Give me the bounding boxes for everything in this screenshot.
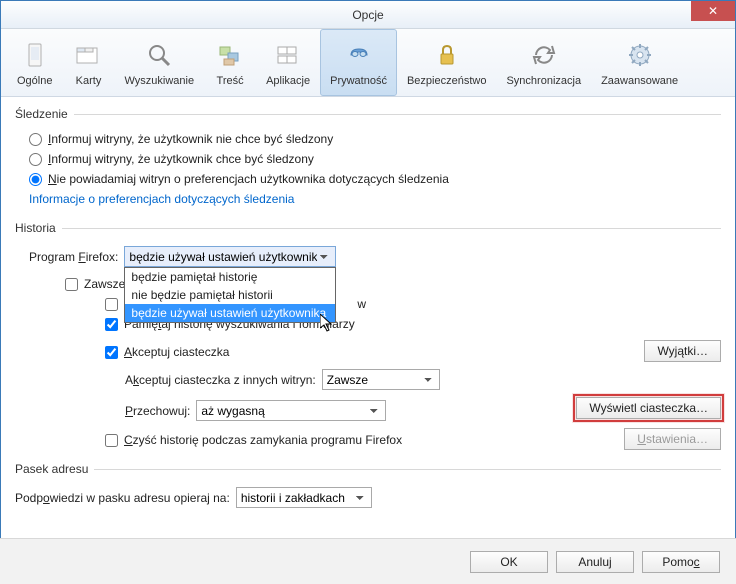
keep-label: Przechowuj: (125, 404, 190, 418)
tab-label: Zaawansowane (601, 75, 678, 87)
tab-label: Wyszukiwanie (124, 75, 194, 87)
titlebar: Opcje ✕ (1, 1, 735, 29)
tab-privacy[interactable]: Prywatność (320, 29, 397, 96)
tab-general[interactable]: Ogólne (7, 29, 62, 96)
addressbar-label: Podpowiedzi w pasku adresu opieraj na: (15, 491, 230, 505)
addressbar-legend: Pasek adresu (15, 462, 94, 476)
ok-button[interactable]: OK (470, 551, 548, 573)
tab-label: Synchronizacja (506, 75, 581, 87)
lock-icon (431, 39, 463, 71)
content-area: Śledzenie Informuj witryny, że użytkowni… (1, 97, 735, 529)
tracking-legend: Śledzenie (15, 107, 74, 121)
tab-security[interactable]: Bezpieczeństwo (397, 29, 497, 96)
tab-search[interactable]: Wyszukiwanie (114, 29, 204, 96)
accept-cookies-label: Akceptuj ciasteczka (124, 345, 229, 359)
tracking-label-3: Nie powiadamiaj witryn o preferencjach u… (48, 172, 449, 186)
tab-label: Treść (217, 75, 244, 87)
history-group: Historia Program Firefox: będzie używał … (15, 221, 721, 460)
close-icon: ✕ (708, 4, 718, 18)
sync-icon (528, 39, 560, 71)
tracking-radio-donottrack[interactable] (29, 133, 42, 146)
content-icon (214, 39, 246, 71)
accept-cookies-checkbox[interactable] (105, 346, 118, 359)
third-party-label: Akceptuj ciasteczka z innych witryn: (125, 373, 316, 387)
tab-label: Prywatność (330, 75, 387, 87)
addressbar-group: Pasek adresu Podpowiedzi w pasku adresu … (15, 462, 721, 521)
tracking-label-1: Informuj witryny, że użytkownik nie chce… (48, 132, 333, 146)
tracking-group: Śledzenie Informuj witryny, że użytkowni… (15, 107, 721, 219)
applications-icon (272, 39, 304, 71)
keep-select[interactable]: aż wygasną (196, 400, 386, 421)
search-icon (143, 39, 175, 71)
always-private-checkbox[interactable] (65, 278, 78, 291)
tab-sync[interactable]: Synchronizacja (496, 29, 591, 96)
privacy-icon (343, 39, 375, 71)
clear-on-close-label: Czyść historię podczas zamykania program… (124, 433, 402, 447)
dropdown-option[interactable]: będzie pamiętał historię (125, 268, 335, 286)
remember-forms-checkbox[interactable] (105, 318, 118, 331)
history-mode-label: Program Firefox: (29, 250, 118, 264)
clear-settings-button: Ustawienia… (624, 428, 721, 450)
tab-advanced[interactable]: Zaawansowane (591, 29, 688, 96)
third-party-select[interactable]: Zawsze (322, 369, 440, 390)
tracking-info-link[interactable]: Informacje o preferencjach dotyczących ś… (15, 189, 294, 209)
category-toolbar: Ogólne Karty Wyszukiwanie Treść Aplikacj… (1, 29, 735, 97)
clear-on-close-checkbox[interactable] (105, 434, 118, 447)
gear-icon (624, 39, 656, 71)
cancel-button[interactable]: Anuluj (556, 551, 634, 573)
history-mode-dropdown[interactable]: będzie pamiętał historię nie będzie pami… (124, 267, 336, 323)
tab-label: Aplikacje (266, 75, 310, 87)
dropdown-option-selected[interactable]: będzie używał ustawień użytkownika (125, 304, 335, 322)
tab-applications[interactable]: Aplikacje (256, 29, 320, 96)
tab-label: Bezpieczeństwo (407, 75, 487, 87)
general-icon (19, 39, 51, 71)
tracking-label-2: Informuj witryny, że użytkownik chce być… (48, 152, 314, 166)
dialog-footer: OK Anuluj Pomoc (0, 538, 736, 584)
close-button[interactable]: ✕ (691, 1, 735, 21)
remember-visits-checkbox[interactable] (105, 298, 118, 311)
addressbar-select[interactable]: historii i zakładkach (236, 487, 372, 508)
tracking-radio-noinform[interactable] (29, 173, 42, 186)
tab-content[interactable]: Treść (204, 29, 256, 96)
tab-tabs[interactable]: Karty (62, 29, 114, 96)
tabs-icon (72, 39, 104, 71)
tracking-radio-track[interactable] (29, 153, 42, 166)
show-cookies-button[interactable]: Wyświetl ciasteczka… (576, 397, 721, 419)
help-button[interactable]: Pomoc (642, 551, 720, 573)
tab-label: Karty (76, 75, 102, 87)
history-legend: Historia (15, 221, 62, 235)
exceptions-button[interactable]: Wyjątki… (644, 340, 721, 362)
tab-label: Ogólne (17, 75, 52, 87)
window-title: Opcje (352, 8, 383, 22)
dropdown-option[interactable]: nie będzie pamiętał historii (125, 286, 335, 304)
history-mode-select[interactable]: będzie używał ustawień użytkownika (124, 246, 336, 267)
